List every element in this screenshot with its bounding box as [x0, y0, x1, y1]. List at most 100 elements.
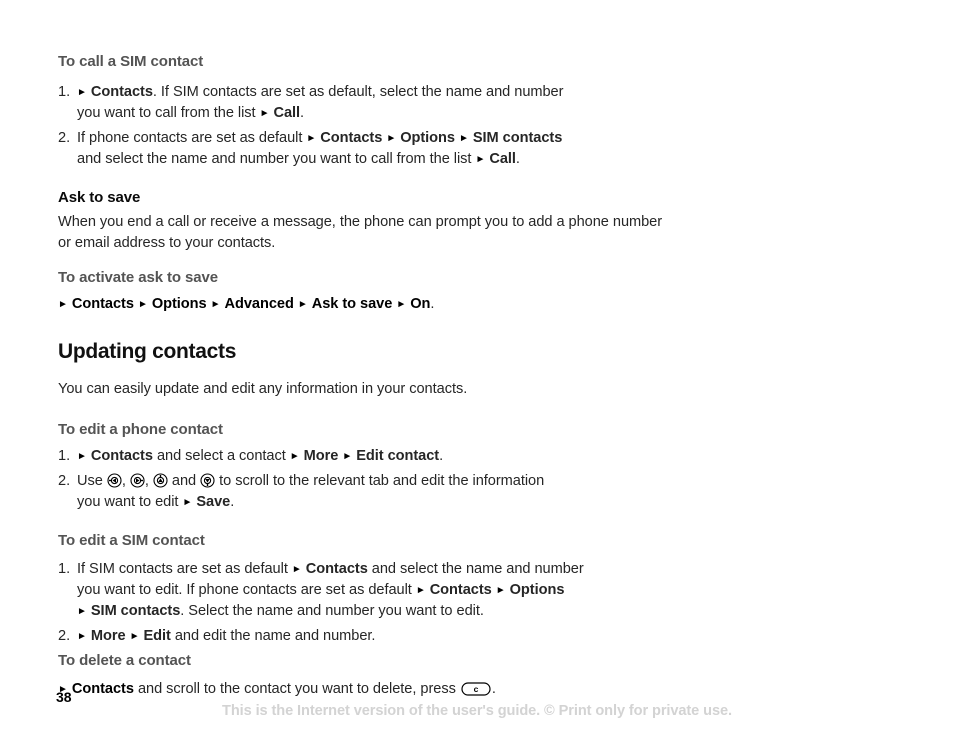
step-text: . If SIM contacts are set as default, se…	[152, 84, 564, 100]
command-token: Advanced	[224, 296, 294, 312]
step-sep: ,	[121, 473, 126, 489]
list-item: 2. Use , , and to scroll to the relevant…	[58, 471, 678, 513]
list-item: 2. ► More ► Edit and edit the name and n…	[58, 626, 678, 647]
triangle-bullet-icon: ►	[58, 299, 68, 310]
nav-right-key-icon	[130, 473, 145, 488]
step-number: 2.	[58, 130, 71, 146]
triangle-bullet-icon: ►	[458, 133, 469, 144]
triangle-bullet-icon: ►	[297, 299, 308, 310]
command-token: Edit	[143, 628, 171, 644]
command-token: Contacts	[320, 130, 383, 146]
command-token: Contacts	[71, 681, 134, 697]
step-number: 1.	[58, 448, 71, 464]
command-token: On	[410, 296, 431, 312]
triangle-bullet-icon: ►	[306, 133, 317, 144]
triangle-bullet-icon: ►	[77, 606, 87, 617]
step-text: .	[300, 105, 305, 121]
step-text: you want to edit. If phone contacts are …	[77, 582, 412, 598]
command-token: More	[90, 628, 126, 644]
step-number: 2.	[58, 473, 71, 489]
step-text: and select a contact	[156, 448, 286, 464]
step-text: and edit the name and number.	[174, 628, 376, 644]
svg-text:c: c	[473, 684, 478, 694]
triangle-bullet-icon: ►	[137, 299, 148, 310]
heading-to-activate-ask-to-save: To activate ask to save	[58, 269, 219, 286]
command-token: SIM contacts	[472, 130, 563, 146]
step-text: to scroll to the relevant tab and edit t…	[219, 473, 545, 489]
nav-left-key-icon	[107, 473, 122, 488]
triangle-bullet-icon: ►	[259, 108, 270, 119]
command-token: Options	[151, 296, 207, 312]
command-token: Edit contact	[356, 448, 440, 464]
command-token: Call	[489, 151, 516, 167]
step-text: If phone contacts are set as default	[77, 130, 303, 146]
command-token: Options	[400, 130, 455, 146]
command-token: Ask to save	[311, 296, 393, 312]
triangle-bullet-icon: ►	[386, 133, 397, 144]
command-text: .	[491, 681, 496, 697]
command-token: Contacts	[90, 84, 153, 100]
triangle-bullet-icon: ►	[77, 451, 87, 462]
list-item: 1. ► Contacts. If SIM contacts are set a…	[58, 82, 678, 124]
triangle-bullet-icon: ►	[182, 497, 193, 508]
list-item: 1. ► Contacts and select a contact ► Mor…	[58, 446, 678, 467]
triangle-bullet-icon: ►	[415, 585, 426, 596]
heading-to-delete-a-contact: To delete a contact	[58, 652, 191, 669]
heading-ask-to-save: Ask to save	[58, 189, 141, 206]
step-number: 1.	[58, 84, 71, 100]
step-text: .	[439, 448, 444, 464]
triangle-bullet-icon: ►	[396, 299, 407, 310]
list-item: 2. If phone contacts are set as default …	[58, 128, 678, 170]
heading-to-edit-a-sim-contact: To edit a SIM contact	[58, 532, 205, 549]
triangle-bullet-icon: ►	[77, 87, 87, 98]
clear-key-icon: c	[461, 682, 491, 696]
triangle-bullet-icon: ►	[495, 585, 506, 596]
command-token: Contacts	[71, 296, 134, 312]
command-token: SIM contacts	[90, 603, 181, 619]
command-token: Call	[273, 105, 301, 121]
step-text: . Select the name and number you want to…	[180, 603, 484, 619]
triangle-bullet-icon: ►	[210, 299, 221, 310]
command-period: .	[430, 296, 435, 312]
command-token: Contacts	[429, 582, 492, 598]
triangle-bullet-icon: ►	[77, 631, 87, 642]
command-token: Save	[196, 494, 231, 510]
command-text: and scroll to the contact you want to de…	[137, 681, 456, 697]
command-token: Options	[509, 582, 565, 598]
step-text: and select the name and number	[371, 561, 584, 577]
step-text: If SIM contacts are set as default	[77, 561, 288, 577]
steps-edit-phone-contact: 1. ► Contacts and select a contact ► Mor…	[58, 446, 678, 513]
command-delete-contact: ► Contacts and scroll to the contact you…	[58, 679, 678, 700]
step-text: and	[171, 473, 197, 489]
document-page: To call a SIM contact 1. ► Contacts. If …	[0, 0, 954, 735]
triangle-bullet-icon: ►	[475, 154, 486, 165]
step-text: you want to call from the list	[77, 105, 256, 121]
step-number: 2.	[58, 628, 71, 644]
triangle-bullet-icon: ►	[129, 631, 140, 642]
triangle-bullet-icon: ►	[289, 451, 300, 462]
nav-down-key-icon	[200, 473, 215, 488]
step-sep: ,	[144, 473, 149, 489]
step-text: Use	[77, 473, 103, 489]
heading-to-edit-a-phone-contact: To edit a phone contact	[58, 421, 223, 438]
footer-watermark-note: This is the Internet version of the user…	[222, 703, 732, 719]
command-token: Contacts	[305, 561, 368, 577]
command-activate-ask-to-save: ► Contacts ► Options ► Advanced ► Ask to…	[58, 294, 678, 315]
step-number: 1.	[58, 561, 71, 577]
command-token: Contacts	[90, 448, 153, 464]
paragraph-updating-contacts: You can easily update and edit any infor…	[58, 381, 468, 397]
page-content: To call a SIM contact 1. ► Contacts. If …	[58, 52, 678, 700]
heading-updating-contacts: Updating contacts	[58, 340, 237, 363]
command-token: More	[303, 448, 339, 464]
step-text: .	[230, 494, 235, 510]
nav-up-key-icon	[153, 473, 168, 488]
triangle-bullet-icon: ►	[291, 564, 302, 575]
paragraph-ask-to-save: When you end a call or receive a message…	[58, 214, 663, 251]
step-text: and select the name and number you want …	[77, 151, 472, 167]
step-text: you want to edit	[77, 494, 179, 510]
list-item: 1. If SIM contacts are set as default ► …	[58, 559, 678, 622]
step-text: .	[515, 151, 520, 167]
steps-call-sim-contact: 1. ► Contacts. If SIM contacts are set a…	[58, 82, 678, 170]
heading-to-call-a-sim-contact: To call a SIM contact	[58, 53, 204, 70]
steps-edit-sim-contact: 1. If SIM contacts are set as default ► …	[58, 559, 678, 647]
